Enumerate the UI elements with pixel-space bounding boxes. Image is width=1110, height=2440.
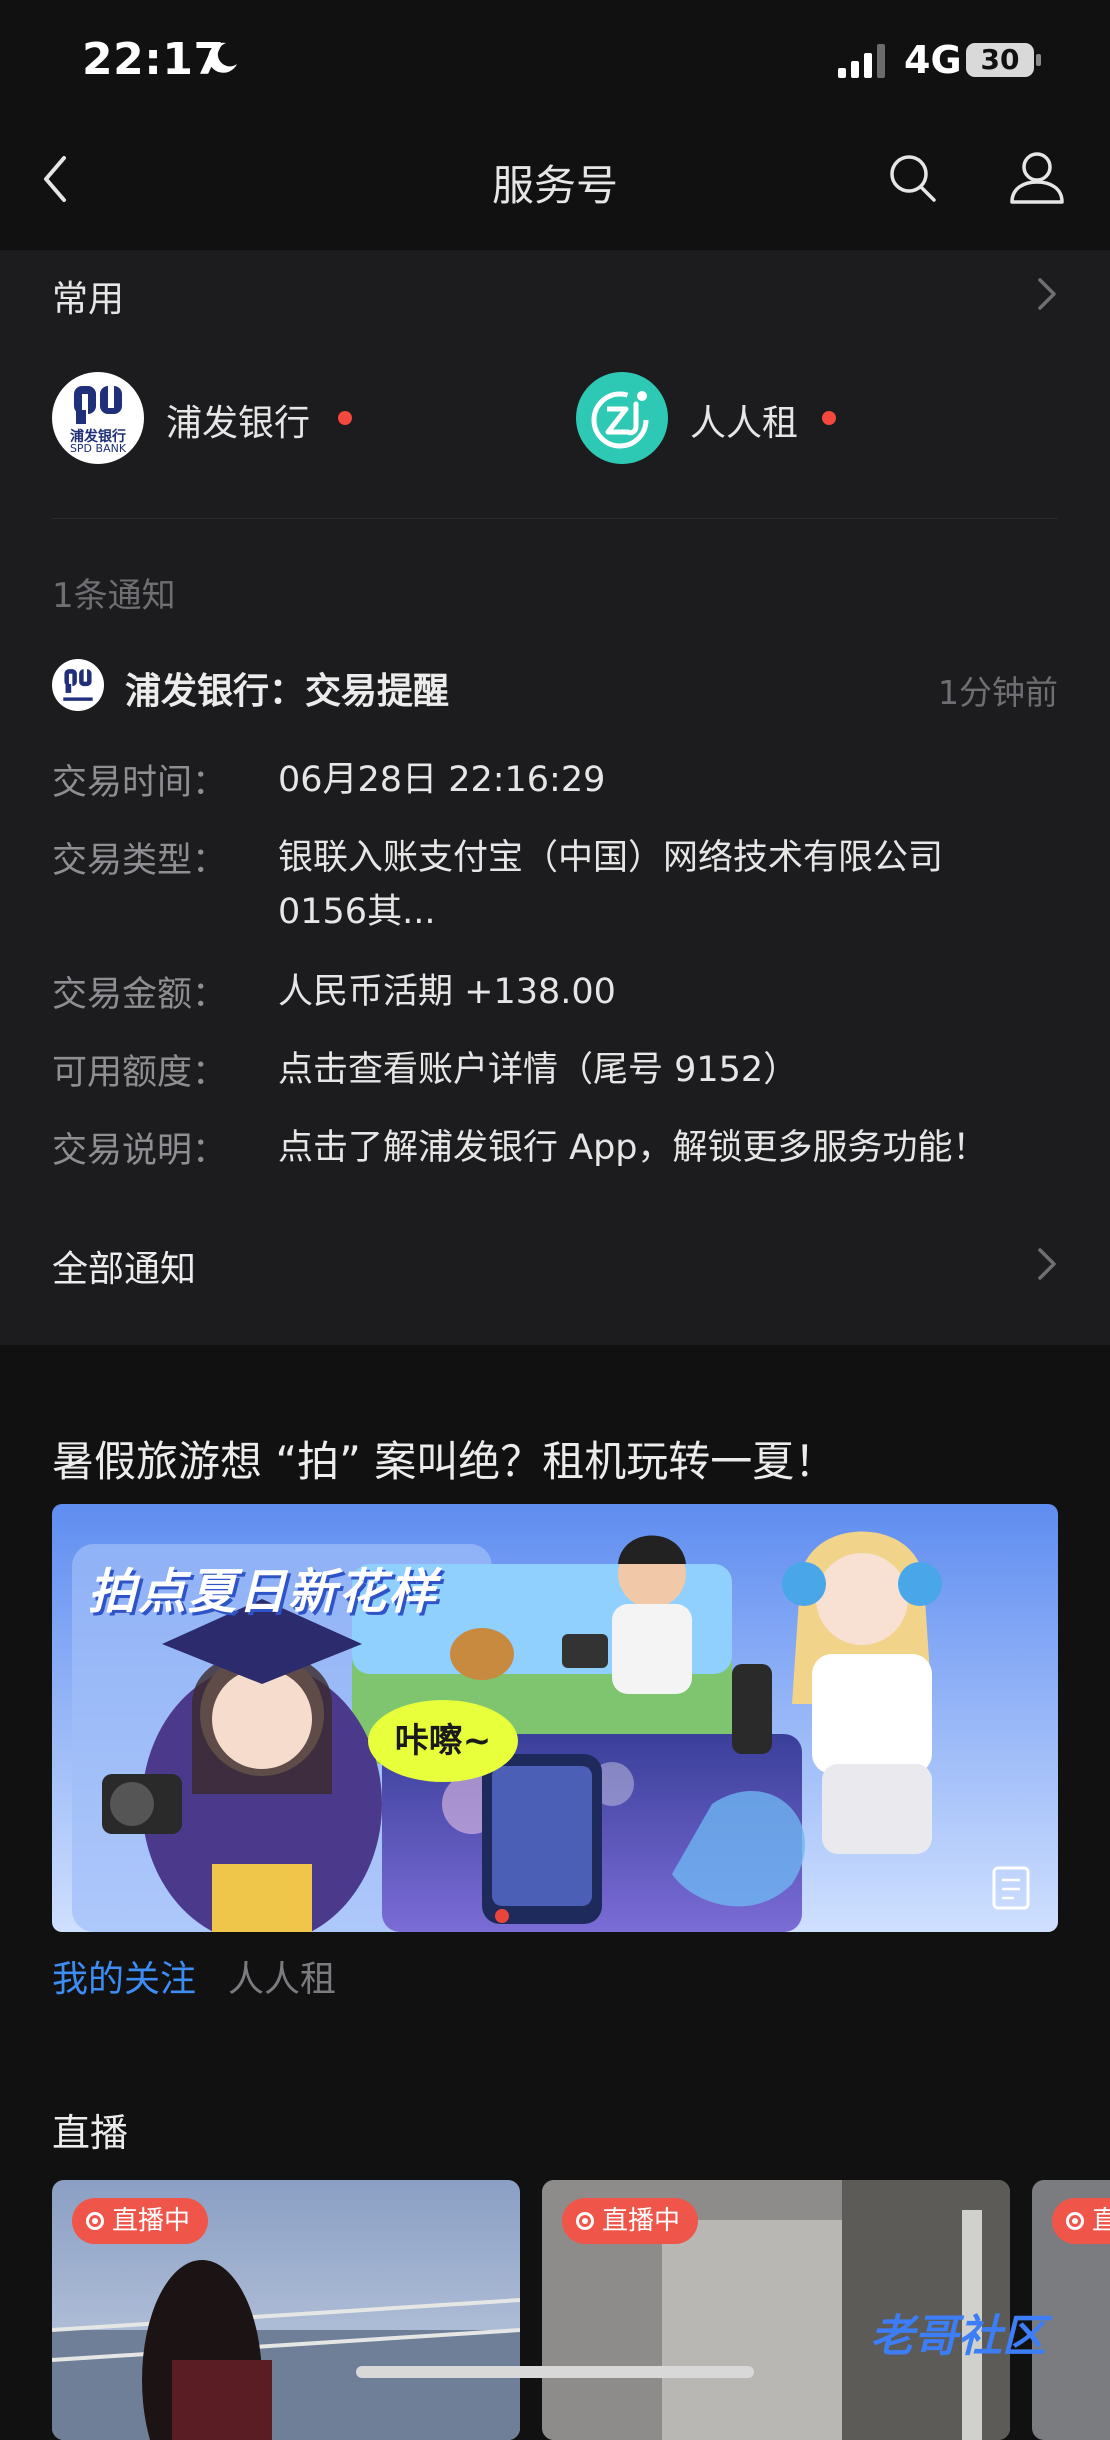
- live-section-title: 直播: [52, 2111, 129, 2155]
- favorite-item-renrenzu[interactable]: 人人租: [576, 370, 1016, 466]
- signal-icon: [838, 44, 885, 78]
- unread-dot: [822, 411, 836, 425]
- article-banner[interactable]: 拍点夏日新花样 咔嚓~: [52, 1504, 1058, 1932]
- watermark-logo: 老哥社区: [870, 2311, 1046, 2362]
- live-dot-icon: [576, 2212, 594, 2230]
- row-value-time: 06月28日 22:16:29: [278, 760, 606, 800]
- divider: [52, 518, 1058, 519]
- follow-label[interactable]: 我的关注: [52, 1950, 196, 2002]
- battery-icon: 30: [966, 43, 1034, 77]
- renrenzu-logo: [576, 372, 668, 464]
- live-badge: 直: [1052, 2198, 1110, 2244]
- favorite-item-spd-bank[interactable]: 浦发银行 SPD BANK 浦发银行: [52, 370, 492, 466]
- favorites-label: 常用: [52, 279, 125, 320]
- moon-icon: [208, 42, 237, 73]
- chevron-right-icon[interactable]: [1036, 276, 1058, 312]
- row-label-time: 交易时间：: [52, 763, 228, 803]
- notification-count: 1条通知: [52, 576, 176, 616]
- renrenzu-logo-icon: [591, 391, 649, 449]
- chevron-right-icon[interactable]: [1036, 1246, 1058, 1282]
- all-notifications-link[interactable]: 全部通知: [52, 1240, 196, 1292]
- article-source[interactable]: 人人租: [228, 1950, 336, 2002]
- live-card[interactable]: 直播中: [52, 2180, 520, 2440]
- message-title[interactable]: 浦发银行：交易提醒: [125, 662, 449, 714]
- unread-dot: [338, 411, 352, 425]
- live-dot-icon: [86, 2212, 104, 2230]
- row-value-limit[interactable]: 点击查看账户详情（尾号 9152）: [278, 1043, 1038, 1097]
- battery-tip: [1036, 54, 1041, 66]
- live-badge-text: 直播中: [602, 2206, 681, 2236]
- spd-logo-sub: SPD BANK: [69, 442, 127, 455]
- message-time: 1分钟前: [938, 673, 1058, 712]
- banner-headline: 拍点夏日新花样: [88, 1564, 439, 1620]
- row-value-type: 银联入账支付宝（中国）网络技术有限公司 0156其...: [278, 838, 944, 932]
- row-label-note: 交易说明：: [52, 1131, 228, 1171]
- page-title: 服务号: [491, 161, 618, 210]
- row-value-amount: 人民币活期 +138.00: [278, 972, 616, 1012]
- live-dot-icon: [1066, 2212, 1084, 2230]
- row-value-note[interactable]: 点击了解浦发银行 App，解锁更多服务功能！: [278, 1121, 1038, 1175]
- live-badge: 直播中: [72, 2198, 209, 2244]
- favorite-name: 浦发银行: [166, 403, 311, 444]
- live-badge-text: 直播中: [112, 2206, 191, 2236]
- search-icon[interactable]: [888, 152, 938, 204]
- spd-bank-small-logo: [52, 659, 104, 711]
- live-badge: 直播中: [562, 2198, 699, 2244]
- live-badge-text: 直: [1092, 2206, 1110, 2236]
- row-label-amount: 交易金额：: [52, 975, 228, 1015]
- home-indicator[interactable]: [356, 2366, 754, 2378]
- row-label-limit: 可用额度：: [52, 1053, 228, 1093]
- spd-bank-logo: 浦发银行 SPD BANK: [52, 372, 144, 464]
- row-label-type: 交易类型：: [52, 841, 228, 881]
- network-type: 4G: [904, 38, 962, 82]
- banner-sticker: 咔嚓~: [368, 1700, 518, 1782]
- spd-bank-logo-icon: [63, 664, 93, 701]
- profile-icon[interactable]: [1008, 150, 1066, 206]
- favorite-name: 人人租: [690, 403, 799, 444]
- article-title[interactable]: 暑假旅游想 “拍” 案叫绝？租机玩转一夏！: [52, 1428, 836, 1489]
